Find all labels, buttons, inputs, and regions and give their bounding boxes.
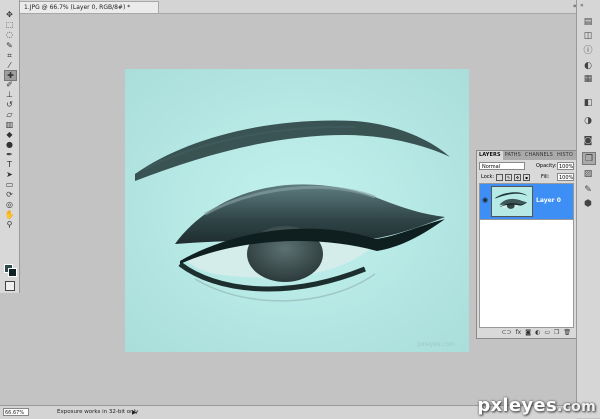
tab-paths[interactable]: PATHS — [503, 151, 523, 160]
layer-name: Layer 0 — [536, 197, 561, 204]
lock-all-icon[interactable]: ▪ — [523, 174, 530, 181]
lock-pixels-icon[interactable]: ✎ — [505, 174, 512, 181]
document-tab-bar: 1.JPG @ 66.7% (Layer 0, RGB/8#) * « — [19, 0, 579, 14]
link-icon[interactable]: ⊂⊃ — [502, 329, 512, 336]
layer-thumbnail — [491, 186, 533, 217]
navigator-icon[interactable]: ◫ — [582, 30, 594, 41]
visibility-eye-icon[interactable]: ◉ — [481, 196, 489, 204]
3d-rotate-tool-icon[interactable]: ⟳ — [4, 190, 15, 199]
layer-row[interactable]: ◉ Layer 0 — [480, 184, 573, 220]
paths-icon[interactable]: ✎ — [582, 184, 594, 195]
new-layer-icon[interactable]: ❐ — [554, 329, 559, 336]
history-brush-tool-icon[interactable]: ↺ — [4, 100, 15, 109]
path-select-tool-icon[interactable]: ➤ — [4, 170, 15, 179]
tools-panel: ✥ ⬚ ◌ ✎ ⌗ ⁄ ✚ ✐ ⊥ ↺ ▱ ▥ ◆ ● ✒ T ➤ ▭ ⟳ ◎ ✋ ⚲ — [0, 0, 20, 293]
lock-position-icon[interactable]: ✥ — [514, 174, 521, 181]
lock-transparency-icon[interactable] — [496, 174, 503, 181]
document-tab-title: 1.JPG @ 66.7% (Layer 0, RGB/8#) * — [24, 4, 131, 11]
gradient-tool-icon[interactable]: ▥ — [4, 120, 15, 129]
clone-stamp-tool-icon[interactable]: ⊥ — [4, 90, 15, 99]
eraser-tool-icon[interactable]: ▱ — [4, 110, 15, 119]
trash-icon[interactable]: 🗑 — [563, 329, 571, 336]
opacity-field[interactable]: 100% — [557, 162, 574, 170]
lasso-tool-icon[interactable]: ◌ — [4, 30, 15, 39]
status-message: Exposure works in 32-bit only — [57, 409, 139, 415]
brush-tool-icon[interactable]: ✐ — [4, 80, 15, 89]
collapse-dock-icon[interactable]: « — [580, 2, 584, 9]
tab-layers[interactable]: LAYERS — [477, 151, 503, 160]
quick-mask-icon[interactable] — [5, 281, 15, 291]
layers-icon[interactable]: ❐ — [582, 152, 596, 165]
hand-tool-icon[interactable]: ✋ — [4, 210, 15, 219]
quick-select-tool-icon[interactable]: ✎ — [4, 41, 15, 50]
move-tool-icon[interactable]: ✥ — [4, 10, 15, 19]
blur-tool-icon[interactable]: ◆ — [4, 130, 15, 139]
eye-photo — [125, 69, 469, 352]
shape-tool-icon[interactable]: ▭ — [4, 180, 15, 189]
logo-text: pxleyes — [477, 395, 557, 416]
histogram-icon[interactable]: ▤ — [582, 16, 594, 27]
blend-mode-select[interactable]: Normal — [479, 162, 525, 170]
pen-tool-icon[interactable]: ✒ — [4, 150, 15, 159]
fill-field[interactable]: 100% — [557, 173, 574, 181]
eyedropper-tool-icon[interactable]: ⁄ — [4, 61, 15, 70]
fill-label: Fill: — [541, 174, 550, 180]
folder-icon[interactable]: ▭ — [544, 329, 550, 336]
styles-icon[interactable]: ◧ — [582, 97, 594, 108]
3d-icon[interactable]: ⬢ — [582, 198, 594, 209]
tab-histo[interactable]: HISTO — [555, 151, 575, 160]
layers-footer: ⊂⊃ fx ◙ ◐ ▭ ❐ 🗑 — [477, 327, 576, 338]
adjustment-icon[interactable]: ◐ — [535, 329, 540, 336]
dodge-tool-icon[interactable]: ● — [4, 140, 15, 149]
layers-panel: LAYERS PATHS CHANNELS HISTO Normal Opaci… — [476, 150, 577, 339]
info-icon[interactable]: ⓘ — [582, 44, 594, 56]
right-dock: « ▤ ◫ ⓘ ◐ ▦ ◧ ◑ ◙ ❐ ▨ ✎ ⬢ — [576, 0, 600, 418]
lock-label: Lock: — [481, 174, 495, 180]
swatches-icon[interactable]: ▦ — [582, 73, 594, 84]
channels-icon[interactable]: ▨ — [582, 168, 594, 179]
logo-suffix: .com — [556, 399, 596, 415]
adjustments-icon[interactable]: ◑ — [582, 115, 594, 126]
crop-tool-icon[interactable]: ⌗ — [4, 51, 15, 60]
status-menu-arrow-icon[interactable]: ▶ — [132, 406, 137, 419]
type-tool-icon[interactable]: T — [4, 160, 15, 169]
zoom-tool-icon[interactable]: ⚲ — [4, 220, 15, 229]
layer-list: ◉ Layer 0 — [479, 183, 574, 328]
color-icon[interactable]: ◐ — [582, 60, 594, 71]
3d-orbit-tool-icon[interactable]: ◎ — [4, 200, 15, 209]
mask-icon[interactable]: ◙ — [525, 329, 531, 336]
fx-icon[interactable]: fx — [516, 329, 522, 336]
tab-channels[interactable]: CHANNELS — [523, 151, 555, 160]
image-canvas[interactable]: pxleyes.com — [125, 69, 469, 352]
opacity-label: Opacity: — [536, 163, 557, 169]
background-color-swatch[interactable] — [8, 268, 17, 277]
zoom-field[interactable]: 66.67% — [3, 408, 29, 416]
canvas-watermark: pxleyes.com — [417, 341, 455, 348]
layers-panel-tabs: LAYERS PATHS CHANNELS HISTO — [477, 151, 576, 160]
document-tab[interactable]: 1.JPG @ 66.7% (Layer 0, RGB/8#) * — [19, 1, 159, 13]
marquee-tool-icon[interactable]: ⬚ — [4, 20, 15, 29]
masks-icon[interactable]: ◙ — [582, 135, 594, 146]
logo: pxleyes.com — [477, 395, 596, 416]
